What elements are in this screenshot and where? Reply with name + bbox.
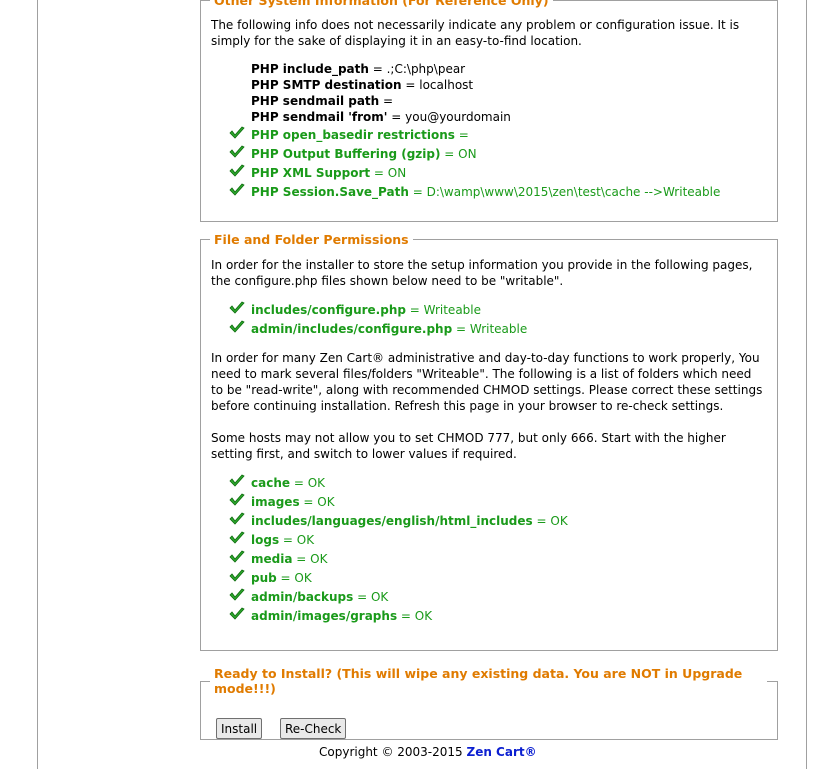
green-checkmark-icon [229,493,245,506]
system-info-plain-list: PHP include_path = .;C:\php\pear PHP SMT… [211,61,767,125]
system-info-intro: The following info does not necessarily … [211,18,740,48]
config-file-status: = Writeable [405,303,482,317]
permissions-intro: In order for the installer to store the … [211,258,753,288]
check-list-item: PHP Session.Save_Path = D:\wamp\www\2015… [211,183,767,202]
folder-label: admin/backups [251,590,354,604]
green-checkmark-icon [229,183,245,196]
check-item-label: PHP XML Support [251,166,371,180]
folder-label: pub [251,571,277,585]
recheck-button[interactable]: Re-Check [279,718,347,739]
folder-label: includes/languages/english/html_includes [251,514,533,528]
green-checkmark-icon [229,569,245,582]
check-list-item: PHP Output Buffering (gzip) = ON [211,145,767,164]
green-checkmark-icon [229,550,245,563]
plain-item: PHP SMTP destination = localhost [251,77,767,93]
green-checkmark-icon [229,588,245,601]
system-info-fieldset: Other System Information (For Reference … [200,0,778,222]
install-button-row: Install Re-Check [216,718,767,739]
page-frame-right-border [806,0,807,769]
folder-status: = OK [290,476,326,490]
plain-item-value: = [379,94,394,108]
check-item-value: = ON [370,166,407,180]
green-checkmark-icon [229,126,245,139]
folder-status: = OK [299,495,335,509]
footer: Copyright © 2003-2015 Zen Cart® [319,745,537,759]
folder-item: images = OK [211,493,767,512]
config-file-item: admin/includes/configure.php = Writeable [211,320,767,339]
green-checkmark-icon [229,512,245,525]
folder-item: pub = OK [211,569,767,588]
system-info-legend: Other System Information (For Reference … [214,0,549,8]
plain-item-label: PHP sendmail 'from' [251,110,388,124]
plain-item: PHP include_path = .;C:\php\pear [251,61,767,77]
check-item-label: PHP Output Buffering (gzip) [251,147,441,161]
plain-item-label: PHP SMTP destination [251,78,402,92]
folder-label: admin/images/graphs [251,609,398,623]
install-fieldset: Ready to Install? (This will wipe any ex… [200,666,778,740]
plain-item-label: PHP include_path [251,62,369,76]
folder-item: media = OK [211,550,767,569]
permissions-paragraph-writeable: In order for many Zen Cart® administrati… [211,351,763,413]
plain-item-value: = you@yourdomain [387,110,511,124]
plain-item-label: PHP sendmail path [251,94,380,108]
check-list-item: PHP open_basedir restrictions = [211,126,767,145]
folder-status: = OK [353,590,389,604]
check-item-label: PHP open_basedir restrictions [251,128,455,142]
install-legend: Ready to Install? (This will wipe any ex… [214,666,743,696]
folder-item: logs = OK [211,531,767,550]
folder-status: = OK [532,514,568,528]
folder-item: admin/backups = OK [211,588,767,607]
folder-list: cache = OK images = OK includes/language… [211,474,767,626]
folder-label: cache [251,476,291,490]
check-item-value: = [454,128,469,142]
config-file-status: = Writeable [452,322,528,336]
install-button[interactable]: Install [216,718,263,739]
config-file-label: includes/configure.php [251,303,406,317]
config-file-label: admin/includes/configure.php [251,322,453,336]
green-checkmark-icon [229,531,245,544]
check-list-item: PHP XML Support = ON [211,164,767,183]
folder-status: = OK [397,609,433,623]
plain-item-value: = localhost [401,78,474,92]
page-frame-left-border [37,0,38,769]
permissions-paragraph-chmod: Some hosts may not allow you to set CHMO… [211,431,726,461]
green-checkmark-icon [229,607,245,620]
folder-label: logs [251,533,280,547]
folder-status: = OK [279,533,315,547]
folder-status: = OK [292,552,328,566]
folder-label: media [251,552,293,566]
config-file-list: includes/configure.php = Writeable admin… [211,301,767,339]
plain-item: PHP sendmail 'from' = you@yourdomain [251,109,767,125]
folder-status: = OK [276,571,312,585]
folder-label: images [251,495,300,509]
check-item-label: PHP Session.Save_Path [251,185,409,199]
zen-cart-link[interactable]: Zen Cart® [467,745,537,759]
check-item-value: = D:\wamp\www\2015\zen\test\cache -->Wri… [408,185,721,199]
config-file-item: includes/configure.php = Writeable [211,301,767,320]
permissions-fieldset: File and Folder Permissions In order for… [200,232,778,651]
plain-item: PHP sendmail path = [251,93,767,109]
system-info-check-list: PHP open_basedir restrictions = PHP Outp… [211,126,767,202]
copyright-text: Copyright © 2003-2015 [319,745,467,759]
green-checkmark-icon [229,301,245,314]
plain-item-value: = .;C:\php\pear [368,62,466,76]
green-checkmark-icon [229,320,245,333]
check-item-value: = ON [440,147,477,161]
green-checkmark-icon [229,474,245,487]
permissions-legend: File and Folder Permissions [214,232,409,247]
green-checkmark-icon [229,145,245,158]
folder-item: includes/languages/english/html_includes… [211,512,767,531]
green-checkmark-icon [229,164,245,177]
folder-item: admin/images/graphs = OK [211,607,767,626]
folder-item: cache = OK [211,474,767,493]
